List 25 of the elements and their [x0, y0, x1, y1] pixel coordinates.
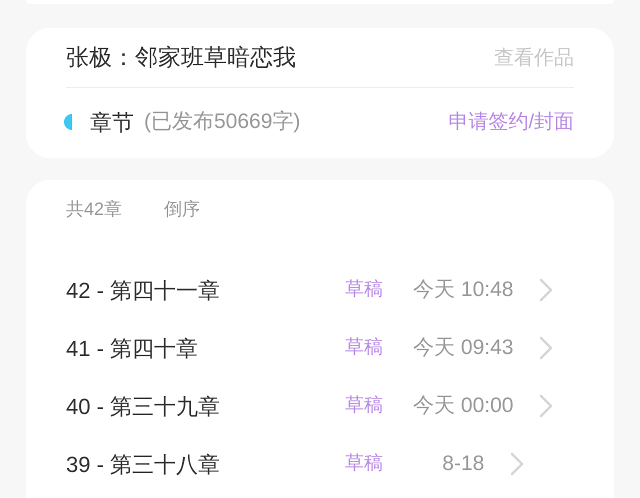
chapter-count: 共42章	[66, 198, 122, 220]
draft-status: 草稿	[344, 394, 384, 418]
chapter-title: 41 - 第四十章	[66, 334, 200, 362]
chapter-row[interactable]: 39 - 第三十八章 草稿 8-18	[66, 435, 574, 493]
chapter-row[interactable]: 41 - 第四十章 草稿 今天 09:43	[66, 319, 574, 377]
chapter-time: 今天 00:00	[413, 393, 514, 420]
chapter-time: 今天 09:43	[413, 335, 514, 362]
chevron-right-icon	[510, 452, 524, 476]
draft-status: 草稿	[344, 336, 384, 360]
chevron-right-icon	[539, 278, 554, 302]
draft-status: 草稿	[344, 278, 384, 302]
chevron-right-icon	[539, 336, 554, 360]
chapter-row[interactable]: 42 - 第四十一章 草稿 今天 10:48	[66, 261, 574, 319]
chapter-title: 39 - 第三十八章	[66, 450, 222, 478]
work-title: 张极：邻家班草暗恋我	[66, 43, 296, 72]
section-label: 章节	[90, 108, 134, 136]
accent-marker-icon	[64, 114, 72, 130]
chevron-right-icon	[539, 394, 554, 418]
chapter-time: 8-18	[442, 451, 484, 478]
section-info: (已发布50669字)	[144, 109, 300, 136]
chapter-title: 40 - 第三十九章	[66, 392, 222, 420]
chapter-time: 今天 10:48	[413, 277, 514, 304]
chapter-row[interactable]: 40 - 第三十九章 草稿 今天 00:00	[66, 377, 574, 435]
chapter-title: 42 - 第四十一章	[66, 276, 222, 304]
draft-status: 草稿	[344, 452, 384, 476]
